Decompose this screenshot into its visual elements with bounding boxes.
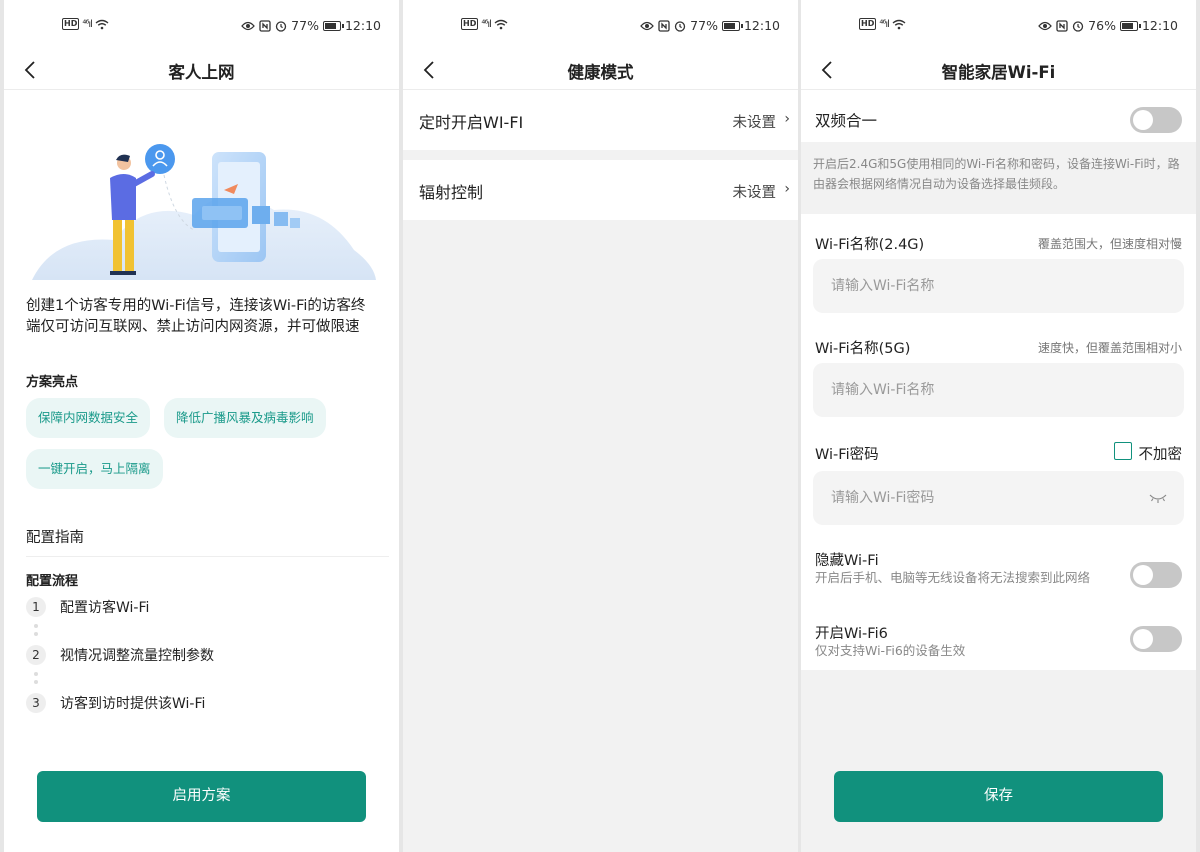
eye-icon	[640, 21, 655, 30]
bottom-area	[801, 670, 1196, 852]
page-title: 智能家居Wi-Fi	[941, 63, 1056, 82]
wifi6-desc: 仅对支持Wi-Fi6的设备生效	[815, 643, 966, 658]
hd-icon: HD	[62, 18, 80, 30]
wifi-password-label: Wi-Fi密码	[815, 447, 879, 463]
divider	[26, 556, 389, 557]
scheduled-wifi-row[interactable]: 定时开启WI-FI 未设置 ›	[403, 90, 798, 150]
wifi-5g-label: Wi-Fi名称(5G)	[815, 341, 911, 357]
save-button[interactable]: 保存	[834, 771, 1163, 822]
hide-wifi-toggle[interactable]	[1130, 562, 1182, 588]
status-bar: HD ⁴⁶ıl 77% 12:10	[4, 0, 399, 52]
chip-one-click[interactable]: 一键开启，马上隔离	[26, 449, 163, 489]
wifi-icon	[95, 19, 109, 29]
page-title: 健康模式	[567, 63, 634, 82]
chevron-right-icon: ›	[784, 181, 790, 197]
wifi-icon	[892, 19, 906, 29]
wifi6-label: 开启Wi-Fi6	[815, 626, 888, 642]
nav-bar: 客人上网	[4, 52, 399, 90]
dual-band-hint-panel: 开启后2.4G和5G使用相同的Wi-Fi名称和密码，设备连接Wi-Fi时，路由器…	[801, 142, 1196, 214]
wifi-icon	[494, 19, 508, 29]
dual-band-toggle[interactable]	[1130, 107, 1182, 133]
battery-icon	[1119, 20, 1141, 31]
battery-percent: 76%	[1088, 18, 1116, 33]
hd-icon: HD	[461, 18, 479, 30]
guide-title: 配置指南	[26, 530, 84, 546]
guest-wifi-illustration	[32, 144, 376, 280]
radiation-control-row[interactable]: 辐射控制 未设置 ›	[403, 160, 798, 220]
guest-wifi-screen: HD ⁴⁶ıl 77% 12:10 客人上网 创建1个访客专用的Wi-Fi信号，…	[4, 0, 399, 852]
step-text: 访客到访时提供该Wi-Fi	[60, 696, 206, 712]
wifi-5g-name-input[interactable]	[813, 363, 1184, 417]
battery-icon	[721, 20, 743, 31]
row-label: 辐射控制	[419, 183, 484, 202]
hide-wifi-desc: 开启后手机、电脑等无线设备将无法搜索到此网络	[815, 570, 1091, 585]
alarm-icon	[276, 20, 287, 32]
step-number: 3	[26, 693, 46, 713]
guest-description: 创建1个访客专用的Wi-Fi信号，连接该Wi-Fi的访客终端仅可访问互联网、禁止…	[26, 298, 366, 335]
clock: 12:10	[743, 18, 780, 33]
no-encrypt-checkbox[interactable]	[1114, 442, 1132, 460]
chevron-right-icon: ›	[784, 111, 790, 127]
clock: 12:10	[344, 18, 381, 33]
wifi-password-input[interactable]	[813, 471, 1184, 525]
hide-wifi-label: 隐藏Wi-Fi	[815, 553, 879, 569]
status-bar: HD ⁴⁶ıl 77% 12:10	[403, 0, 798, 52]
clock: 12:10	[1141, 18, 1178, 33]
no-encrypt-label: 不加密	[1138, 447, 1183, 463]
alarm-icon	[675, 20, 686, 32]
wifi-24g-note: 覆盖范围大，但速度相对慢	[1037, 237, 1182, 251]
row-value: 未设置	[732, 115, 777, 131]
nfc-icon	[259, 19, 271, 32]
alarm-icon	[1073, 20, 1084, 32]
step-number: 1	[26, 597, 46, 617]
nav-bar: 智能家居Wi-Fi	[801, 52, 1196, 90]
chip-protect-data[interactable]: 保障内网数据安全	[26, 398, 151, 438]
eye-icon	[1038, 21, 1053, 30]
signal-icon: ⁴⁶ıl	[82, 18, 93, 30]
health-mode-screen: HD ⁴⁶ıl 77% 12:10 健康模式 定时开启WI-FI 未设置 › 辐…	[403, 0, 798, 852]
highlights-label: 方案亮点	[26, 375, 79, 390]
wifi6-toggle[interactable]	[1130, 626, 1182, 652]
hd-icon: HD	[859, 18, 877, 30]
status-bar: HD ⁴⁶ıl 76% 12:10	[801, 0, 1196, 52]
eye-icon	[241, 21, 256, 30]
row-label: 定时开启WI-FI	[419, 113, 524, 132]
dual-band-label: 双频合一	[815, 112, 878, 130]
step-number: 2	[26, 645, 46, 665]
battery-percent: 77%	[291, 18, 319, 33]
enable-plan-button[interactable]: 启用方案	[37, 771, 366, 822]
wifi-5g-note: 速度快，但覆盖范围相对小	[1037, 341, 1182, 355]
page-title: 客人上网	[168, 63, 235, 82]
chip-reduce-storm[interactable]: 降低广播风暴及病毒影响	[164, 398, 326, 438]
row-value: 未设置	[732, 185, 777, 201]
nfc-icon	[658, 19, 670, 32]
step-text: 视情况调整流量控制参数	[60, 648, 214, 664]
nfc-icon	[1056, 19, 1068, 32]
signal-icon: ⁴⁶ıl	[879, 18, 890, 30]
signal-icon: ⁴⁶ıl	[481, 18, 492, 30]
step-text: 配置访客Wi-Fi	[60, 600, 150, 616]
battery-percent: 77%	[690, 18, 718, 33]
dual-band-hint: 开启后2.4G和5G使用相同的Wi-Fi名称和密码，设备连接Wi-Fi时，路由器…	[813, 157, 1180, 191]
step-connector	[34, 624, 38, 640]
flow-label: 配置流程	[26, 574, 79, 589]
wifi-24g-name-input[interactable]	[813, 259, 1184, 313]
step-1: 1 配置访客Wi-Fi	[26, 597, 149, 617]
nav-bar: 健康模式	[403, 52, 798, 90]
step-connector	[34, 672, 38, 688]
battery-icon	[322, 20, 344, 31]
smart-home-wifi-screen: HD ⁴⁶ıl 76% 12:10 智能家居Wi-Fi 双频合一 开启后2.4G…	[801, 0, 1196, 852]
step-3: 3 访客到访时提供该Wi-Fi	[26, 693, 205, 713]
wifi-24g-label: Wi-Fi名称(2.4G)	[815, 237, 925, 253]
eye-closed-icon[interactable]	[1148, 491, 1168, 505]
step-2: 2 视情况调整流量控制参数	[26, 645, 214, 665]
